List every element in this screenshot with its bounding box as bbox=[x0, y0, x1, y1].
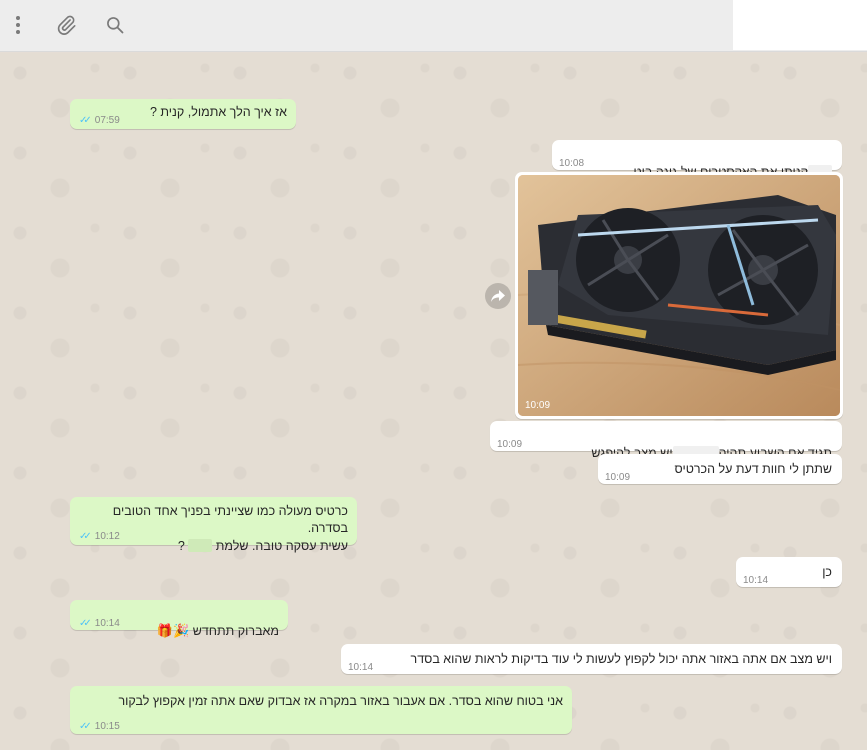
message-text: מאברוק תתחדש bbox=[192, 624, 279, 638]
message-text: אני בטוח שהוא בסדר. אם אעבור באזור במקרה… bbox=[118, 694, 563, 708]
search-icon[interactable] bbox=[103, 13, 127, 37]
read-receipt-icon: ✓✓ bbox=[79, 531, 92, 542]
forward-icon[interactable] bbox=[485, 283, 511, 309]
message-incoming[interactable]: ויש מצב אם אתה באזור אתה יכול לקפוץ לעשו… bbox=[341, 644, 842, 674]
message-line-2-wrap: עשית עסקה טובה. שלמת ? bbox=[178, 521, 348, 555]
message-time: 10:15 bbox=[94, 721, 120, 732]
message-time: 10:08 bbox=[559, 158, 585, 169]
message-text: כן bbox=[822, 565, 832, 579]
chat-header bbox=[0, 0, 867, 52]
message-time: 10:14 bbox=[94, 618, 120, 629]
read-receipt-icon: ✓✓ bbox=[79, 721, 92, 732]
message-incoming[interactable]: שתתן לי חוות דעת על הכרטיס 10:09 bbox=[598, 454, 842, 484]
message-outgoing[interactable]: אז איך הלך אתמול, קנית ? ✓✓ 07:59 bbox=[70, 99, 296, 129]
message-outgoing[interactable]: אני בטוח שהוא בסדר. אם אעבור באזור במקרה… bbox=[70, 686, 572, 734]
message-time: 10:09 bbox=[497, 439, 523, 450]
message-text: ? bbox=[177, 539, 185, 553]
redacted-text bbox=[188, 539, 213, 552]
header-panel bbox=[733, 0, 867, 50]
message-time: 10:09 bbox=[605, 472, 631, 483]
message-time: 10:14 bbox=[348, 662, 374, 673]
graphics-card-photo[interactable]: 10:09 bbox=[518, 175, 840, 416]
message-time: 07:59 bbox=[94, 115, 120, 126]
message-text: ויש מצב אם אתה באזור אתה יכול לקפוץ לעשו… bbox=[410, 652, 832, 666]
message-text: אז איך הלך אתמול, קנית ? bbox=[150, 105, 287, 119]
more-vertical-icon[interactable] bbox=[6, 13, 30, 37]
message-time: 10:09 bbox=[525, 400, 551, 411]
message-text: שתתן לי חוות דעת על הכרטיס bbox=[674, 462, 833, 476]
message-incoming[interactable]: קניתי את האקסטרים של גיגה ביט 10:08 bbox=[552, 140, 842, 179]
message-text-wrap: מאברוק תתחדש 🎉🎁 bbox=[157, 606, 279, 640]
party-gift-emoji: 🎉🎁 bbox=[156, 624, 190, 639]
message-time: 10:14 bbox=[743, 575, 769, 586]
paperclip-icon[interactable] bbox=[54, 13, 78, 37]
message-incoming[interactable]: תגיד אם השבוע תהיהיש מצב להיפגש 10:09 bbox=[490, 421, 842, 460]
graphics-card-image bbox=[518, 175, 840, 416]
message-time: 10:12 bbox=[94, 531, 120, 542]
read-receipt-icon: ✓✓ bbox=[79, 115, 92, 126]
image-message[interactable]: 10:09 bbox=[515, 172, 843, 419]
message-text: עשית עסקה טובה. שלמת bbox=[215, 539, 348, 553]
image-corner-icon bbox=[820, 179, 834, 193]
read-receipt-icon: ✓✓ bbox=[79, 618, 92, 629]
message-outgoing[interactable]: כרטיס מעולה כמו שציינתי בפניך אחד הטובים… bbox=[70, 497, 357, 553]
message-incoming[interactable]: כן 10:14 bbox=[736, 557, 842, 587]
message-outgoing[interactable]: מאברוק תתחדש 🎉🎁 ✓✓ 10:14 bbox=[70, 600, 288, 639]
